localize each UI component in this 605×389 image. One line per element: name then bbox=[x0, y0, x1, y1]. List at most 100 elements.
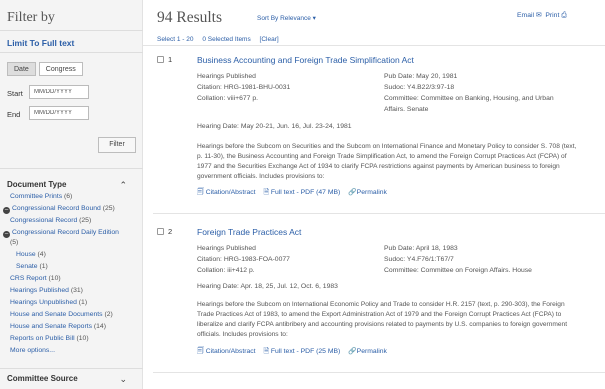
end-date-input[interactable] bbox=[29, 106, 89, 120]
facet-label: More options... bbox=[10, 347, 55, 354]
minus-circle-icon[interactable]: – bbox=[3, 207, 10, 214]
link-label: Citation/Abstract bbox=[205, 348, 256, 355]
result-summary: Hearings before the Subcom on Internatio… bbox=[197, 300, 604, 340]
facet-count: (1) bbox=[78, 299, 88, 306]
link-icon: 🔗 bbox=[348, 348, 357, 355]
result-title-link[interactable]: Business Accounting and Foreign Trade Si… bbox=[197, 55, 414, 65]
select-range-link[interactable]: Select 1 - 20 bbox=[157, 36, 194, 43]
filter-by-heading: Filter by bbox=[7, 10, 55, 25]
start-date-input[interactable] bbox=[29, 85, 89, 99]
facet-label: Hearings Published bbox=[10, 287, 69, 294]
facet-label: Committee Prints bbox=[10, 193, 63, 200]
divider bbox=[0, 368, 143, 369]
facet-label: Senate bbox=[16, 263, 38, 270]
divider bbox=[153, 213, 605, 214]
facet-label: Reports on Public Bill bbox=[10, 335, 75, 342]
tab-congress[interactable]: Congress bbox=[38, 62, 83, 76]
result-type: Hearings Published bbox=[197, 245, 256, 252]
link-label: Full text - PDF (25 MB) bbox=[270, 348, 341, 355]
facet-count: (1) bbox=[39, 263, 48, 270]
result-number: 2 bbox=[168, 227, 173, 236]
email-link[interactable]: Email ✉ bbox=[517, 12, 542, 19]
summary-line: liberalize and clarify FCPA antibribery … bbox=[197, 321, 568, 328]
facet-reports-public-bill[interactable]: Reports on Public Bill (10) bbox=[10, 335, 89, 342]
full-text-pdf-link[interactable]: 🗎 Full text - PDF (25 MB) bbox=[263, 348, 340, 355]
facet-count: (5) bbox=[10, 239, 19, 246]
facet-committee-prints[interactable]: Committee Prints (6) bbox=[10, 193, 72, 200]
facet-count: (10) bbox=[48, 275, 61, 282]
divider bbox=[0, 30, 143, 31]
facet-congressional-record-daily[interactable]: – Congressional Record Daily Edition bbox=[3, 229, 119, 238]
email-print-actions: Email ✉ Print ⎙ bbox=[517, 11, 567, 20]
limit-full-text-link[interactable]: Limit To Full text bbox=[7, 38, 74, 48]
print-link[interactable]: Print ⎙ bbox=[545, 12, 566, 19]
chevron-up-icon[interactable]: ⌃ bbox=[119, 180, 127, 191]
more-options-link[interactable]: More options... bbox=[10, 347, 55, 354]
citation-abstract-link[interactable]: 🗐 Citation/Abstract bbox=[197, 189, 256, 196]
link-label: Permalink bbox=[356, 189, 387, 196]
summary-line: p. 11-30), the Business Accounting and F… bbox=[197, 153, 567, 160]
facet-hearings-published[interactable]: Hearings Published (31) bbox=[10, 287, 83, 294]
result-links: 🗐 Citation/Abstract 🗎 Full text - PDF (2… bbox=[197, 347, 393, 358]
divider bbox=[143, 45, 605, 46]
facet-label: House bbox=[16, 251, 36, 258]
facet-house-senate-documents[interactable]: House and Senate Documents (2) bbox=[10, 311, 113, 318]
facet-daily-count: (5) bbox=[10, 239, 18, 246]
document-type-label: Document Type bbox=[7, 180, 67, 189]
full-text-pdf-link[interactable]: 🗎 Full text - PDF (47 MB) bbox=[263, 189, 340, 196]
result-committee: Committee: Committee on Banking, Housing… bbox=[384, 95, 554, 102]
facet-hearings-unpublished[interactable]: Hearings Unpublished (1) bbox=[10, 299, 87, 306]
filter-button[interactable]: Filter bbox=[98, 137, 136, 153]
document-icon: 🗐 bbox=[197, 348, 204, 355]
selection-bar: Select 1 - 20 0 Selected Items [Clear] bbox=[157, 36, 286, 43]
selected-items-link[interactable]: 0 Selected Items bbox=[202, 36, 250, 43]
permalink-link[interactable]: 🔗Permalink bbox=[348, 189, 387, 196]
facet-count: (25) bbox=[79, 217, 92, 224]
result-committee: Committee: Committee on Foreign Affairs.… bbox=[384, 267, 532, 274]
divider bbox=[0, 52, 143, 53]
chevron-down-icon[interactable]: ⌄ bbox=[119, 374, 127, 385]
permalink-link[interactable]: 🔗Permalink bbox=[348, 348, 387, 355]
clear-link[interactable]: [Clear] bbox=[260, 36, 279, 43]
result-title-link[interactable]: Foreign Trade Practices Act bbox=[197, 227, 301, 237]
result-committee-cont: Affairs. Senate bbox=[384, 106, 429, 113]
result-item: 2 Foreign Trade Practices Act Hearings P… bbox=[157, 227, 602, 367]
facet-count: (25) bbox=[102, 205, 115, 212]
tab-date[interactable]: Date bbox=[7, 62, 36, 76]
facet-congressional-record-bound[interactable]: – Congressional Record Bound (25) bbox=[3, 205, 115, 214]
result-hearing-date: Hearing Date: Apr. 18, 25, Jul. 12, Oct.… bbox=[197, 283, 338, 290]
facet-label: Congressional Record bbox=[10, 217, 78, 224]
facet-crs-report[interactable]: CRS Report (10) bbox=[10, 275, 61, 282]
facet-senate[interactable]: Senate (1) bbox=[16, 263, 48, 270]
results-count: 94 Results bbox=[157, 9, 223, 26]
committee-source-heading[interactable]: Committee Source ⌄ bbox=[7, 374, 135, 385]
result-checkbox[interactable] bbox=[157, 56, 164, 63]
facet-label: Congressional Record Bound bbox=[12, 205, 101, 212]
start-label: Start bbox=[7, 89, 23, 98]
result-summary: Hearings before the Subcom on Securities… bbox=[197, 142, 604, 182]
minus-circle-icon[interactable]: – bbox=[3, 231, 10, 238]
printer-icon: ⎙ bbox=[561, 12, 567, 19]
link-label: Citation/Abstract bbox=[205, 189, 256, 196]
result-checkbox[interactable] bbox=[157, 228, 164, 235]
document-type-heading[interactable]: Document Type ⌃ bbox=[7, 180, 135, 191]
facet-count: (31) bbox=[70, 287, 83, 294]
summary-line: officials. Includes provisions to: bbox=[197, 331, 288, 338]
result-citation: Citation: HRG-1983-FOA-0077 bbox=[197, 256, 290, 263]
facet-house[interactable]: House (4) bbox=[16, 251, 46, 258]
filter-sidebar: Filter by Limit To Full text Date Congre… bbox=[0, 0, 143, 389]
facet-count: (4) bbox=[37, 251, 46, 258]
facet-label: House and Senate Documents bbox=[10, 311, 103, 318]
result-citation: Citation: HRG-1981-BHU-0031 bbox=[197, 84, 291, 91]
print-label: Print bbox=[545, 12, 560, 19]
facet-house-senate-reports[interactable]: House and Senate Reports (14) bbox=[10, 323, 106, 330]
result-hearing-date: Hearing Date: May 20-21, Jun. 16, Jul. 2… bbox=[197, 123, 352, 130]
committee-source-label: Committee Source bbox=[7, 374, 78, 383]
facet-count: (2) bbox=[104, 311, 113, 318]
result-sudoc: Sudoc: Y4.B22/3:97-18 bbox=[384, 84, 455, 91]
sort-dropdown[interactable]: Sort By Relevance ▾ bbox=[257, 14, 316, 22]
result-sudoc: Sudoc: Y4.F76/1:T67/7 bbox=[384, 256, 454, 263]
facet-congressional-record[interactable]: Congressional Record (25) bbox=[10, 217, 91, 224]
summary-line: Hearings before the Subcom on Securities… bbox=[197, 143, 577, 150]
citation-abstract-link[interactable]: 🗐 Citation/Abstract bbox=[197, 348, 256, 355]
